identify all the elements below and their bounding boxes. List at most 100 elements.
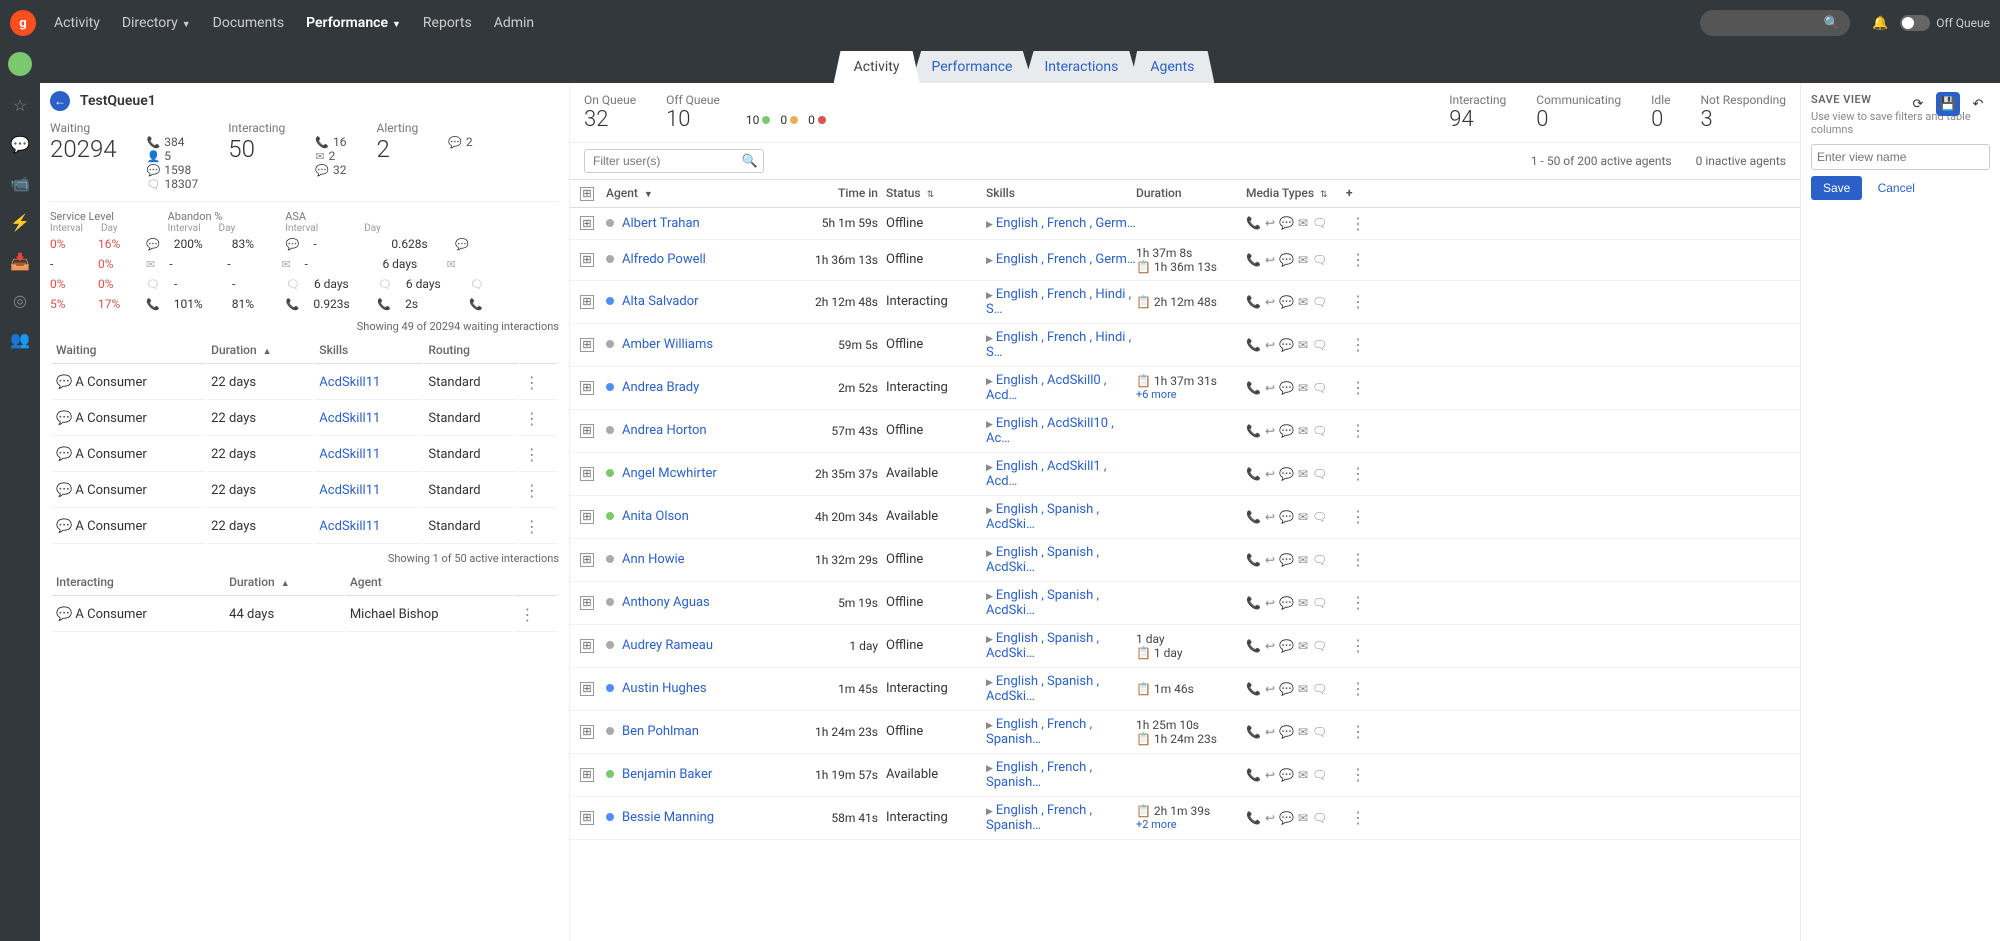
skill-link[interactable]: AcdSkill11	[315, 438, 422, 472]
agent-name-link[interactable]: Benjamin Baker	[622, 767, 712, 782]
skills-link[interactable]: ▶English , AcdSkill1 , Acd…	[986, 459, 1136, 489]
nav-performance[interactable]: Performance▼	[306, 15, 401, 31]
nav-admin[interactable]: Admin	[494, 15, 534, 31]
row-menu-icon[interactable]: ⋮	[1346, 679, 1370, 698]
skills-link[interactable]: ▶English , French , Hindi , S…	[986, 330, 1136, 360]
row-menu-icon[interactable]: ⋮	[520, 474, 557, 508]
row-menu-icon[interactable]: ⋮	[1346, 335, 1370, 354]
expand-row-icon[interactable]: ⊞	[580, 338, 594, 352]
more-link[interactable]: +6 more	[1136, 388, 1246, 401]
agent-name-link[interactable]: Ben Pohlman	[622, 724, 699, 739]
row-menu-icon[interactable]: ⋮	[1346, 378, 1370, 397]
agent-name-link[interactable]: Alta Salvador	[622, 294, 699, 309]
undo-icon[interactable]: ↶	[1966, 92, 1990, 116]
nav-reports[interactable]: Reports	[423, 15, 472, 31]
expand-row-icon[interactable]: ⊞	[580, 682, 594, 696]
skills-link[interactable]: ▶English , French , Spanish…	[986, 803, 1136, 833]
skills-link[interactable]: ▶English , Spanish , AcdSki…	[986, 588, 1136, 618]
user-avatar[interactable]	[8, 52, 32, 76]
skill-link[interactable]: AcdSkill11	[315, 366, 422, 400]
skills-link[interactable]: ▶English , French , Germ…	[986, 252, 1136, 267]
refresh-icon[interactable]: ⟳	[1906, 92, 1930, 116]
expand-row-icon[interactable]: ⊞	[580, 725, 594, 739]
inbox-icon[interactable]: 📥	[10, 252, 30, 271]
row-menu-icon[interactable]: ⋮	[1346, 636, 1370, 655]
cancel-button[interactable]: Cancel	[1866, 176, 1927, 200]
global-search[interactable]: 🔍	[1700, 10, 1850, 36]
agent-name-link[interactable]: Andrea Brady	[622, 380, 699, 395]
skills-link[interactable]: ▶English , AcdSkill10 , Ac…	[986, 416, 1136, 446]
agent-name-link[interactable]: Amber Williams	[622, 337, 713, 352]
row-menu-icon[interactable]: ⋮	[1346, 808, 1370, 827]
video-icon[interactable]: 📹	[10, 174, 30, 193]
agent-name-link[interactable]: Bessie Manning	[622, 810, 714, 825]
agent-row[interactable]: ⊞ Alta Salvador 2h 12m 48s Interacting ▶…	[570, 281, 1800, 324]
row-menu-icon[interactable]: ⋮	[1346, 507, 1370, 526]
filter-users-input[interactable]	[584, 149, 764, 173]
agent-row[interactable]: ⊞ Austin Hughes 1m 45s Interacting ▶Engl…	[570, 668, 1800, 711]
row-menu-icon[interactable]: ⋮	[520, 438, 557, 472]
skill-link[interactable]: AcdSkill11	[315, 474, 422, 508]
people-icon[interactable]: 👥	[10, 330, 30, 349]
tab-performance[interactable]: Performance	[911, 51, 1032, 83]
skills-link[interactable]: ▶English , French , Hindi , S…	[986, 287, 1136, 317]
agent-row[interactable]: ⊞ Albert Trahan 5h 1m 59s Offline ▶Engli…	[570, 208, 1800, 240]
agent-name-link[interactable]: Anita Olson	[622, 509, 689, 524]
notifications-icon[interactable]: 🔔	[1872, 16, 1888, 31]
save-button[interactable]: Save	[1811, 176, 1862, 200]
chat-icon[interactable]: 💬	[10, 135, 30, 154]
skill-link[interactable]: AcdSkill11	[315, 402, 422, 436]
expand-row-icon[interactable]: ⊞	[580, 253, 594, 267]
row-menu-icon[interactable]: ⋮	[1346, 292, 1370, 311]
row-menu-icon[interactable]: ⋮	[515, 598, 557, 632]
target-icon[interactable]: ◎	[13, 291, 27, 310]
agent-name-link[interactable]: Austin Hughes	[622, 681, 707, 696]
tab-activity[interactable]: Activity	[834, 51, 920, 83]
skill-link[interactable]: AcdSkill11	[315, 510, 422, 544]
agent-row[interactable]: ⊞ Alfredo Powell 1h 36m 13s Offline ▶Eng…	[570, 240, 1800, 281]
waiting-row[interactable]: 💬 A Consumer22 daysAcdSkill11Standard⋮	[52, 510, 557, 544]
row-menu-icon[interactable]: ⋮	[1346, 593, 1370, 612]
skills-link[interactable]: ▶English , AcdSkill0 , Acd…	[986, 373, 1136, 403]
skills-link[interactable]: ▶English , Spanish , AcdSki…	[986, 502, 1136, 532]
nav-activity[interactable]: Activity	[54, 15, 100, 31]
skills-link[interactable]: ▶English , French , Germ…	[986, 216, 1136, 231]
expand-row-icon[interactable]: ⊞	[580, 510, 594, 524]
row-menu-icon[interactable]: ⋮	[1346, 250, 1370, 269]
agent-row[interactable]: ⊞ Audrey Rameau 1 day Offline ▶English ,…	[570, 625, 1800, 668]
inactive-agents-link[interactable]: 0 inactive agents	[1696, 154, 1786, 168]
row-menu-icon[interactable]: ⋮	[1346, 421, 1370, 440]
row-menu-icon[interactable]: ⋮	[520, 366, 557, 400]
view-name-input[interactable]	[1811, 144, 1990, 170]
row-menu-icon[interactable]: ⋮	[1346, 214, 1370, 233]
skills-link[interactable]: ▶English , Spanish , AcdSki…	[986, 631, 1136, 661]
waiting-row[interactable]: 💬 A Consumer22 daysAcdSkill11Standard⋮	[52, 438, 557, 472]
row-menu-icon[interactable]: ⋮	[1346, 550, 1370, 569]
agent-name-link[interactable]: Anthony Aguas	[622, 595, 710, 610]
expand-row-icon[interactable]: ⊞	[580, 216, 594, 230]
row-menu-icon[interactable]: ⋮	[1346, 765, 1370, 784]
agent-row[interactable]: ⊞ Ben Pohlman 1h 24m 23s Offline ▶Englis…	[570, 711, 1800, 754]
agent-row[interactable]: ⊞ Andrea Horton 57m 43s Offline ▶English…	[570, 410, 1800, 453]
row-menu-icon[interactable]: ⋮	[1346, 722, 1370, 741]
app-logo[interactable]: g	[10, 10, 36, 36]
agent-name-link[interactable]: Audrey Rameau	[622, 638, 713, 653]
agent-row[interactable]: ⊞ Anthony Aguas 5m 19s Offline ▶English …	[570, 582, 1800, 625]
row-menu-icon[interactable]: ⋮	[520, 510, 557, 544]
expand-row-icon[interactable]: ⊞	[580, 639, 594, 653]
agent-name-link[interactable]: Albert Trahan	[622, 216, 700, 231]
more-link[interactable]: +2 more	[1136, 818, 1246, 831]
skills-link[interactable]: ▶English , French , Spanish…	[986, 760, 1136, 790]
expand-row-icon[interactable]: ⊞	[580, 768, 594, 782]
expand-row-icon[interactable]: ⊞	[580, 811, 594, 825]
agent-name-link[interactable]: Angel Mcwhirter	[622, 466, 717, 481]
expand-row-icon[interactable]: ⊞	[580, 596, 594, 610]
agent-row[interactable]: ⊞ Amber Williams 59m 5s Offline ▶English…	[570, 324, 1800, 367]
back-button[interactable]: ←	[50, 91, 70, 111]
waiting-row[interactable]: 💬 A Consumer22 daysAcdSkill11Standard⋮	[52, 474, 557, 508]
expand-row-icon[interactable]: ⊞	[580, 381, 594, 395]
row-menu-icon[interactable]: ⋮	[1346, 464, 1370, 483]
save-layout-icon[interactable]: 💾	[1936, 92, 1960, 116]
alerts-icon[interactable]: ⚡	[10, 213, 30, 232]
nav-documents[interactable]: Documents	[213, 15, 284, 31]
